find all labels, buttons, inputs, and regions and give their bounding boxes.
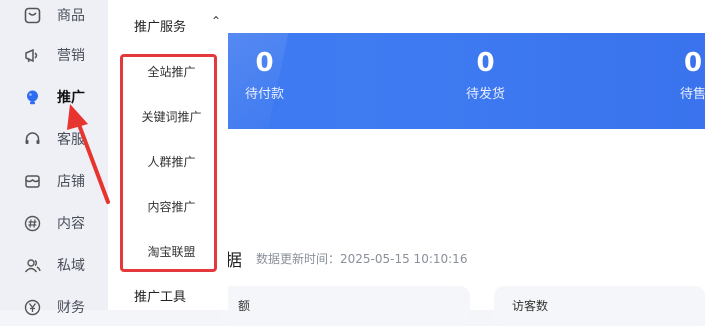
- hashtag-icon: [24, 215, 41, 232]
- store-icon: [24, 173, 41, 190]
- highlighted-menu-group: 全站推广 关键词推广 人群推广 内容推广 淘宝联盟: [120, 54, 217, 272]
- menu-item-keyword-promotion[interactable]: 关键词推广: [123, 105, 220, 129]
- sidebar-item-content[interactable]: 内容: [0, 208, 108, 238]
- sidebar-item-label: 内容: [57, 216, 85, 232]
- sidebar-item-label: 私域: [57, 258, 85, 274]
- megaphone-icon: [24, 47, 41, 64]
- sidebar-item-label: 商品: [57, 8, 85, 24]
- headset-icon: [24, 131, 41, 148]
- menu-item-taobao-alliance[interactable]: 淘宝联盟: [123, 240, 220, 264]
- sidebar-item-label: 店铺: [57, 174, 85, 190]
- yen-icon: [24, 299, 41, 316]
- sidebar-item-label: 客服: [57, 132, 85, 148]
- stat-pending-shipment[interactable]: 0 待发货: [466, 41, 505, 102]
- metric-card-amount[interactable]: 额: [220, 286, 470, 326]
- menu-item-content-promotion[interactable]: 内容推广: [123, 195, 220, 219]
- sidebar-item-products[interactable]: 商品: [0, 0, 108, 30]
- sidebar-item-customer-service[interactable]: 客服: [0, 124, 108, 154]
- sidebar-item-store[interactable]: 店铺: [0, 166, 108, 196]
- sidebar-item-private-domain[interactable]: 私域: [0, 250, 108, 280]
- stat-value: 0: [683, 48, 703, 78]
- product-icon: [24, 7, 41, 24]
- stat-value: 0: [476, 48, 495, 78]
- sidebar-item-label: 推广: [57, 90, 85, 106]
- sidebar-item-promotion[interactable]: 推广: [0, 82, 108, 112]
- stat-label: 待付款: [245, 87, 285, 102]
- stat-pending-payment[interactable]: 0 待付款: [245, 41, 284, 102]
- metric-card-visitors[interactable]: 访客数: [494, 286, 705, 326]
- menu-item-audience-promotion[interactable]: 人群推广: [123, 150, 220, 174]
- sidebar-item-finance[interactable]: 财务: [0, 292, 108, 322]
- stat-after-sales[interactable]: 0 待售: [680, 41, 705, 102]
- sidebar: 商品 营销 推广 客服 店铺 内容 私域 财务: [0, 0, 108, 316]
- sidebar-item-label: 财务: [57, 300, 85, 316]
- metric-card-title: 访客数: [512, 299, 549, 313]
- lightbulb-icon: [24, 89, 41, 106]
- stat-label: 待发货: [466, 87, 506, 102]
- sidebar-item-marketing[interactable]: 营销: [0, 40, 108, 70]
- promotion-tools-header[interactable]: 推广工具: [134, 286, 186, 305]
- users-icon: [24, 257, 41, 274]
- metric-card-title: 额: [238, 299, 251, 313]
- menu-item-site-wide-promotion[interactable]: 全站推广: [123, 60, 220, 84]
- sidebar-item-label: 营销: [57, 48, 85, 64]
- chevron-up-icon[interactable]: ⌃: [211, 14, 221, 28]
- promotion-services-header[interactable]: 推广服务: [134, 16, 186, 35]
- data-update-time: 数据更新时间：2025-05-15 10:10:16: [256, 252, 468, 266]
- stat-label: 待售: [680, 87, 705, 102]
- stat-value: 0: [255, 48, 274, 78]
